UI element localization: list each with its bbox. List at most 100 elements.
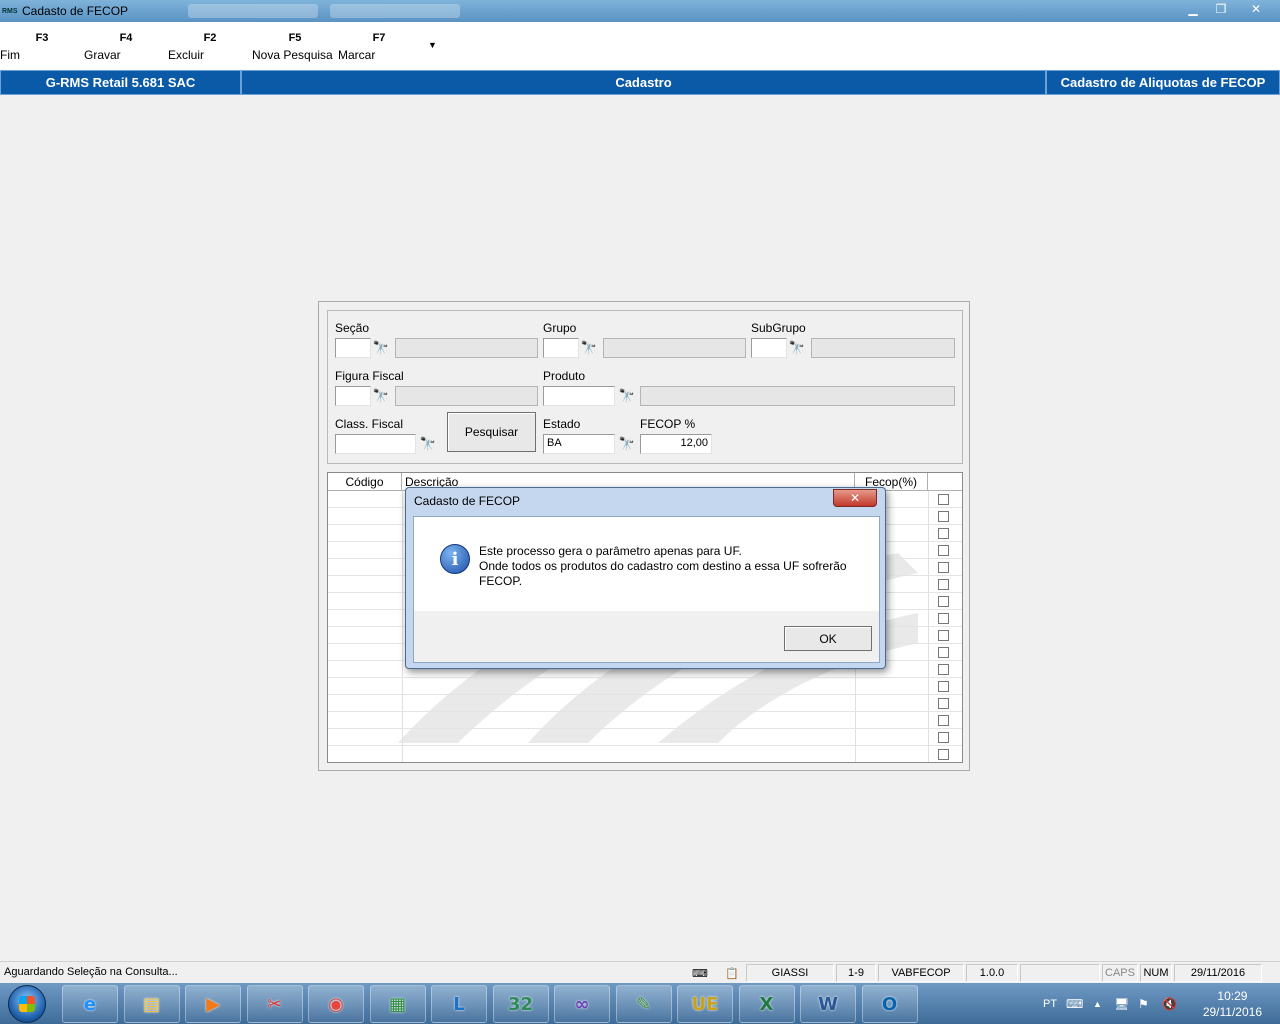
nova-pesquisa-button[interactable]: F5 Nova Pesquisa [252, 22, 338, 62]
row-checkbox[interactable] [938, 613, 949, 624]
tray-overflow-icon[interactable]: ▲ [1093, 983, 1102, 1024]
rms-icon[interactable]: ▦ [369, 985, 426, 1023]
ok-button[interactable]: OK [784, 626, 872, 651]
window-title: Cadasto de FECOP [22, 4, 129, 18]
row-checkbox[interactable] [938, 596, 949, 607]
subgrupo-label: SubGrupo [751, 321, 806, 335]
row-checkbox[interactable] [938, 715, 949, 726]
row-checkbox[interactable] [938, 681, 949, 692]
figura-fiscal-input[interactable] [335, 386, 371, 406]
row-checkbox[interactable] [938, 562, 949, 573]
fim-key: F3 [35, 32, 49, 44]
screen-title: Cadastro de Aliquotas de FECOP [1046, 70, 1280, 95]
produto-input[interactable] [543, 386, 615, 406]
dialog-title: Cadasto de FECOP [414, 494, 521, 508]
secao-input[interactable] [335, 338, 371, 358]
app-version-label: G-RMS Retail 5.681 SAC [0, 70, 241, 95]
produto-description-field [640, 386, 955, 406]
volume-muted-icon[interactable]: 🔇 [1162, 983, 1177, 1024]
network-icon[interactable]: 🖥 [1114, 983, 1129, 1024]
start-button[interactable] [8, 985, 46, 1023]
row-checkbox[interactable] [938, 749, 949, 760]
minimize-button[interactable]: ▁ [1180, 0, 1206, 18]
action-center-flag-icon[interactable]: ⚑ [1138, 983, 1149, 1024]
table-row[interactable] [328, 678, 962, 695]
select-column-header[interactable] [928, 473, 962, 491]
file-explorer-icon[interactable]: ▤ [123, 985, 180, 1023]
row-checkbox[interactable] [938, 545, 949, 556]
window-controls: ▁ ❐ ✕ [1178, 0, 1276, 18]
table-row[interactable] [328, 695, 962, 712]
module-header: G-RMS Retail 5.681 SAC Cadastro Cadastro… [0, 70, 1280, 95]
excel-icon[interactable]: X [738, 985, 795, 1023]
marcar-button[interactable]: F7 Marcar [338, 22, 420, 62]
window-titlebar: RMS Cadasto de FECOP ▁ ❐ ✕ [0, 0, 1280, 22]
internet-explorer-icon[interactable]: e [62, 985, 118, 1023]
outlook-icon[interactable]: O [861, 985, 918, 1023]
table-row[interactable] [328, 729, 962, 746]
secao-description-field [395, 338, 538, 358]
toolbar-overflow-chevron-icon[interactable]: ▼ [428, 22, 437, 50]
gravar-key: F4 [119, 32, 133, 44]
row-checkbox[interactable] [938, 664, 949, 675]
clock-time: 10:29 [1217, 989, 1248, 1003]
table-row[interactable] [328, 712, 962, 729]
estado-binoculars-icon[interactable]: 🔭 [617, 434, 637, 454]
filter-group: Seção 🔭 Grupo 🔭 SubGrupo 🔭 Figura Fiscal… [327, 310, 963, 464]
dialog-close-button[interactable]: ✕ [833, 489, 877, 507]
subgrupo-input[interactable] [751, 338, 787, 358]
row-checkbox[interactable] [938, 630, 949, 641]
dialog-message: Este processo gera o parâmetro apenas pa… [479, 544, 859, 589]
pesquisar-button[interactable]: Pesquisar [447, 412, 536, 452]
row-checkbox[interactable] [938, 698, 949, 709]
subgrupo-binoculars-icon[interactable]: 🔭 [787, 338, 807, 358]
language-indicator[interactable]: PT [1043, 983, 1057, 1024]
codigo-column-header[interactable]: Código [328, 473, 402, 491]
grupo-input[interactable] [543, 338, 579, 358]
info-icon: i [440, 544, 470, 574]
rms-app-icon: RMS [2, 7, 18, 15]
background-window-tabs [188, 4, 461, 18]
class-fiscal-binoculars-icon[interactable]: 🔭 [418, 434, 438, 454]
snipping-tool-icon[interactable]: ✂ [246, 985, 303, 1023]
dialog-message-line: Onde todos os produtos do cadastro com d… [479, 559, 847, 573]
row-checkbox[interactable] [938, 732, 949, 743]
grupo-description-field [603, 338, 746, 358]
estado-input[interactable]: BA [543, 434, 615, 454]
fecop-input[interactable]: 12,00 [640, 434, 712, 454]
gravar-button[interactable]: F4 Gravar [84, 22, 168, 62]
secao-binoculars-icon[interactable]: 🔭 [371, 338, 391, 358]
keyboard-tray-icon[interactable]: ⌨ [1066, 983, 1083, 1024]
class-fiscal-input[interactable] [335, 434, 416, 454]
grupo-binoculars-icon[interactable]: 🔭 [579, 338, 599, 358]
chrome-icon[interactable]: ◉ [308, 985, 364, 1023]
visual-studio-icon[interactable]: ∞ [554, 985, 610, 1023]
word-icon[interactable]: W [800, 985, 856, 1023]
taskbar-clock[interactable]: 10:29 29/11/2016 [1203, 988, 1262, 1020]
estado-label: Estado [543, 417, 581, 431]
media-player-icon[interactable]: ▶ [185, 985, 241, 1023]
row-checkbox[interactable] [938, 579, 949, 590]
row-checkbox[interactable] [938, 511, 949, 522]
table-row[interactable] [328, 746, 962, 762]
lync-icon[interactable]: L [431, 985, 487, 1023]
status-caps: CAPS [1102, 964, 1138, 982]
fim-button[interactable]: F3 Fim [0, 22, 84, 62]
status-bar: Aguardando Seleção na Consulta... ⌨ 📋 GI… [0, 961, 1280, 983]
row-checkbox[interactable] [938, 494, 949, 505]
close-button[interactable]: ✕ [1236, 0, 1276, 18]
row-checkbox[interactable] [938, 647, 949, 658]
clipboard-icon: 📋 [725, 967, 739, 980]
row-checkbox[interactable] [938, 528, 949, 539]
gravar-label: Gravar [84, 48, 121, 62]
figura-fiscal-binoculars-icon[interactable]: 🔭 [371, 386, 391, 406]
calculator-icon[interactable]: 32 [492, 985, 549, 1023]
restore-button[interactable]: ❐ [1208, 0, 1234, 18]
excluir-button[interactable]: F2 Excluir [168, 22, 252, 62]
nova-pesquisa-key: F5 [288, 32, 302, 44]
produto-binoculars-icon[interactable]: 🔭 [617, 386, 637, 406]
ultraedit-icon[interactable]: UE [677, 985, 733, 1023]
class-fiscal-label: Class. Fiscal [335, 417, 404, 431]
status-version: 1.0.0 [966, 964, 1018, 982]
project-icon[interactable]: ✎ [615, 985, 672, 1023]
